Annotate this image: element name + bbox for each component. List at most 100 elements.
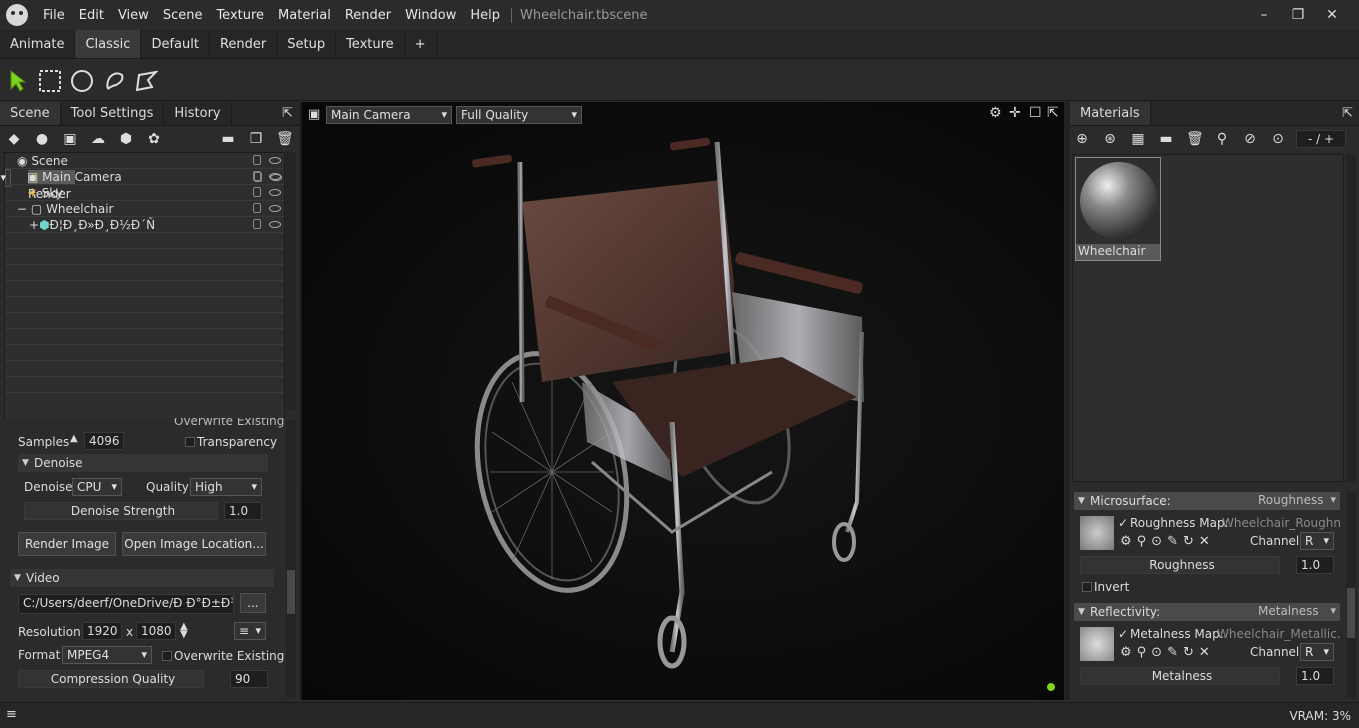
map-tool-icons[interactable]: ⚙⚲⊙✎↻✕ bbox=[1120, 645, 1215, 660]
tab-animate[interactable]: Animate bbox=[0, 30, 76, 58]
reflectivity-mode-select[interactable]: Metalness bbox=[1254, 603, 1340, 621]
denoise-section[interactable]: Denoise bbox=[18, 454, 268, 472]
resolution-height-input[interactable]: 1080 bbox=[136, 622, 176, 640]
expand-icon[interactable]: + bbox=[29, 218, 39, 232]
compression-quality-input[interactable]: 90 bbox=[230, 670, 268, 688]
quality-select[interactable]: Full Quality bbox=[456, 106, 582, 124]
tree-row-mesh[interactable]: +⬢Đ¦Đ¸Đ»Đ¸Đ½Đ´Ñ bbox=[5, 217, 284, 233]
export-icon[interactable]: ⊙ bbox=[1270, 131, 1286, 147]
map-tool-icons[interactable]: ⚙⚲⊙✎↻✕ bbox=[1120, 534, 1215, 549]
tab-render[interactable]: Render bbox=[210, 30, 278, 58]
lock-icon[interactable] bbox=[253, 187, 261, 197]
tab-setup[interactable]: Setup bbox=[277, 30, 337, 58]
resolution-stepper[interactable]: ▲ ▼ bbox=[180, 622, 188, 640]
lock-icon[interactable] bbox=[253, 171, 261, 181]
add-tab-button[interactable]: + bbox=[405, 30, 437, 58]
tab-tool-settings[interactable]: Tool Settings bbox=[61, 102, 165, 125]
polygon-select-icon[interactable] bbox=[134, 69, 158, 93]
denoise-strength-slider[interactable]: Denoise Strength bbox=[24, 502, 218, 520]
checker-icon[interactable]: ▦ bbox=[1130, 131, 1146, 147]
popout-icon[interactable]: ⇱ bbox=[282, 106, 293, 121]
lock-icon[interactable] bbox=[253, 203, 261, 213]
roughness-map-file[interactable]: Wheelchair_Roughness bbox=[1222, 516, 1340, 530]
camera-icon[interactable]: ▣ bbox=[308, 107, 320, 122]
open-image-location-button[interactable]: Open Image Location... bbox=[122, 532, 266, 556]
menu-view[interactable]: View bbox=[111, 8, 156, 23]
ellipse-select-icon[interactable] bbox=[70, 69, 94, 93]
3d-viewport[interactable]: ▣ Main Camera Full Quality ⚙ ✛ ☐ ⇱ bbox=[302, 102, 1064, 700]
samples-input[interactable]: 4096 bbox=[84, 432, 124, 450]
resolution-preset-menu[interactable]: ≡ bbox=[234, 622, 266, 640]
roughness-map-thumbnail[interactable] bbox=[1080, 516, 1114, 550]
add-object-icon[interactable]: ◆ bbox=[6, 131, 22, 147]
metalness-map-file[interactable]: Wheelchair_Metallic.pn bbox=[1217, 627, 1340, 641]
folder-icon[interactable]: ▬ bbox=[220, 131, 236, 147]
samples-stepper[interactable]: ▲ bbox=[70, 433, 78, 444]
assign-icon[interactable]: ⚲ bbox=[1214, 131, 1230, 147]
material-props-scrollbar[interactable] bbox=[1346, 492, 1356, 698]
duplicate-material-icon[interactable]: ⊛ bbox=[1102, 131, 1118, 147]
denoise-select[interactable]: CPU bbox=[72, 478, 122, 496]
eye-icon[interactable] bbox=[269, 157, 281, 164]
menu-render[interactable]: Render bbox=[338, 8, 398, 23]
lock-icon[interactable] bbox=[253, 155, 261, 165]
add-material-icon[interactable]: ✿ bbox=[146, 131, 162, 147]
settings-gear-icon[interactable]: ⚙ bbox=[989, 105, 1002, 121]
menu-edit[interactable]: Edit bbox=[72, 8, 111, 23]
check-icon[interactable]: ✓ bbox=[1118, 627, 1128, 641]
menu-help[interactable]: Help bbox=[463, 8, 507, 23]
select-material-icon[interactable]: ⊘ bbox=[1242, 131, 1258, 147]
add-sky-icon[interactable]: ☁ bbox=[90, 131, 106, 147]
trash-icon[interactable]: 🗑 bbox=[1186, 131, 1204, 147]
metalness-map-thumbnail[interactable] bbox=[1080, 627, 1114, 661]
menu-material[interactable]: Material bbox=[271, 8, 338, 23]
eye-icon[interactable] bbox=[269, 173, 281, 180]
folder-icon[interactable]: ▬ bbox=[1158, 131, 1174, 147]
frame-icon[interactable]: ☐ bbox=[1029, 105, 1042, 121]
tree-row-wheelchair[interactable]: − ▢ Wheelchair bbox=[5, 201, 284, 217]
popout-icon[interactable]: ⇱ bbox=[1047, 105, 1059, 121]
tab-materials[interactable]: Materials bbox=[1070, 102, 1151, 125]
tree-row-main-camera[interactable]: ▣ Main Camera bbox=[5, 169, 284, 185]
lasso-select-icon[interactable] bbox=[102, 69, 126, 93]
tree-scrollbar[interactable] bbox=[286, 152, 296, 410]
rect-select-icon[interactable] bbox=[38, 69, 62, 93]
video-section[interactable]: Video bbox=[10, 569, 274, 587]
menu-scene[interactable]: Scene bbox=[156, 8, 210, 23]
material-counter[interactable]: - / + bbox=[1296, 130, 1346, 148]
tree-row-scene[interactable]: ◉ Scene bbox=[5, 153, 284, 169]
material-thumbnail[interactable]: Wheelchair bbox=[1075, 157, 1161, 261]
roughness-channel-select[interactable]: R bbox=[1300, 532, 1334, 550]
console-icon[interactable]: ≡ bbox=[6, 707, 17, 722]
eye-icon[interactable] bbox=[269, 189, 281, 196]
overwrite-existing-checkbox[interactable] bbox=[162, 651, 172, 661]
compression-quality-slider[interactable]: Compression Quality bbox=[18, 670, 204, 688]
resolution-width-input[interactable]: 1920 bbox=[82, 622, 122, 640]
metalness-input[interactable]: 1.0 bbox=[1296, 667, 1334, 685]
roughness-slider[interactable]: Roughness bbox=[1080, 556, 1280, 574]
menu-window[interactable]: Window bbox=[398, 8, 463, 23]
tab-texture[interactable]: Texture bbox=[336, 30, 405, 58]
eye-icon[interactable] bbox=[269, 221, 281, 228]
move-icon[interactable]: ✛ bbox=[1009, 105, 1021, 121]
lock-icon[interactable] bbox=[253, 219, 261, 229]
tab-default[interactable]: Default bbox=[141, 30, 210, 58]
format-select[interactable]: MPEG4 bbox=[62, 646, 152, 664]
trash-icon[interactable]: 🗑 bbox=[276, 131, 294, 147]
eye-icon[interactable] bbox=[269, 205, 281, 212]
properties-scrollbar[interactable] bbox=[286, 420, 296, 698]
library-scrollbar[interactable] bbox=[1346, 154, 1356, 482]
maximize-button[interactable]: ❐ bbox=[1281, 7, 1315, 23]
video-path-input[interactable]: C:/Users/deerf/OneDrive/Đ Đ°Đ±Đ¾Ñ bbox=[18, 594, 234, 614]
transparency-checkbox[interactable] bbox=[185, 437, 195, 447]
camera-select[interactable]: Main Camera bbox=[326, 106, 452, 124]
popout-icon[interactable]: ⇱ bbox=[1342, 106, 1353, 121]
tab-classic[interactable]: Classic bbox=[75, 30, 142, 58]
render-image-button[interactable]: Render Image bbox=[18, 532, 116, 556]
metalness-slider[interactable]: Metalness bbox=[1080, 667, 1280, 685]
denoise-strength-input[interactable]: 1.0 bbox=[224, 502, 262, 520]
close-button[interactable]: ✕ bbox=[1315, 7, 1349, 23]
browse-button[interactable]: ... bbox=[240, 593, 266, 613]
menu-texture[interactable]: Texture bbox=[209, 8, 271, 23]
tree-row-sky[interactable]: ☀ Sky bbox=[5, 185, 284, 201]
